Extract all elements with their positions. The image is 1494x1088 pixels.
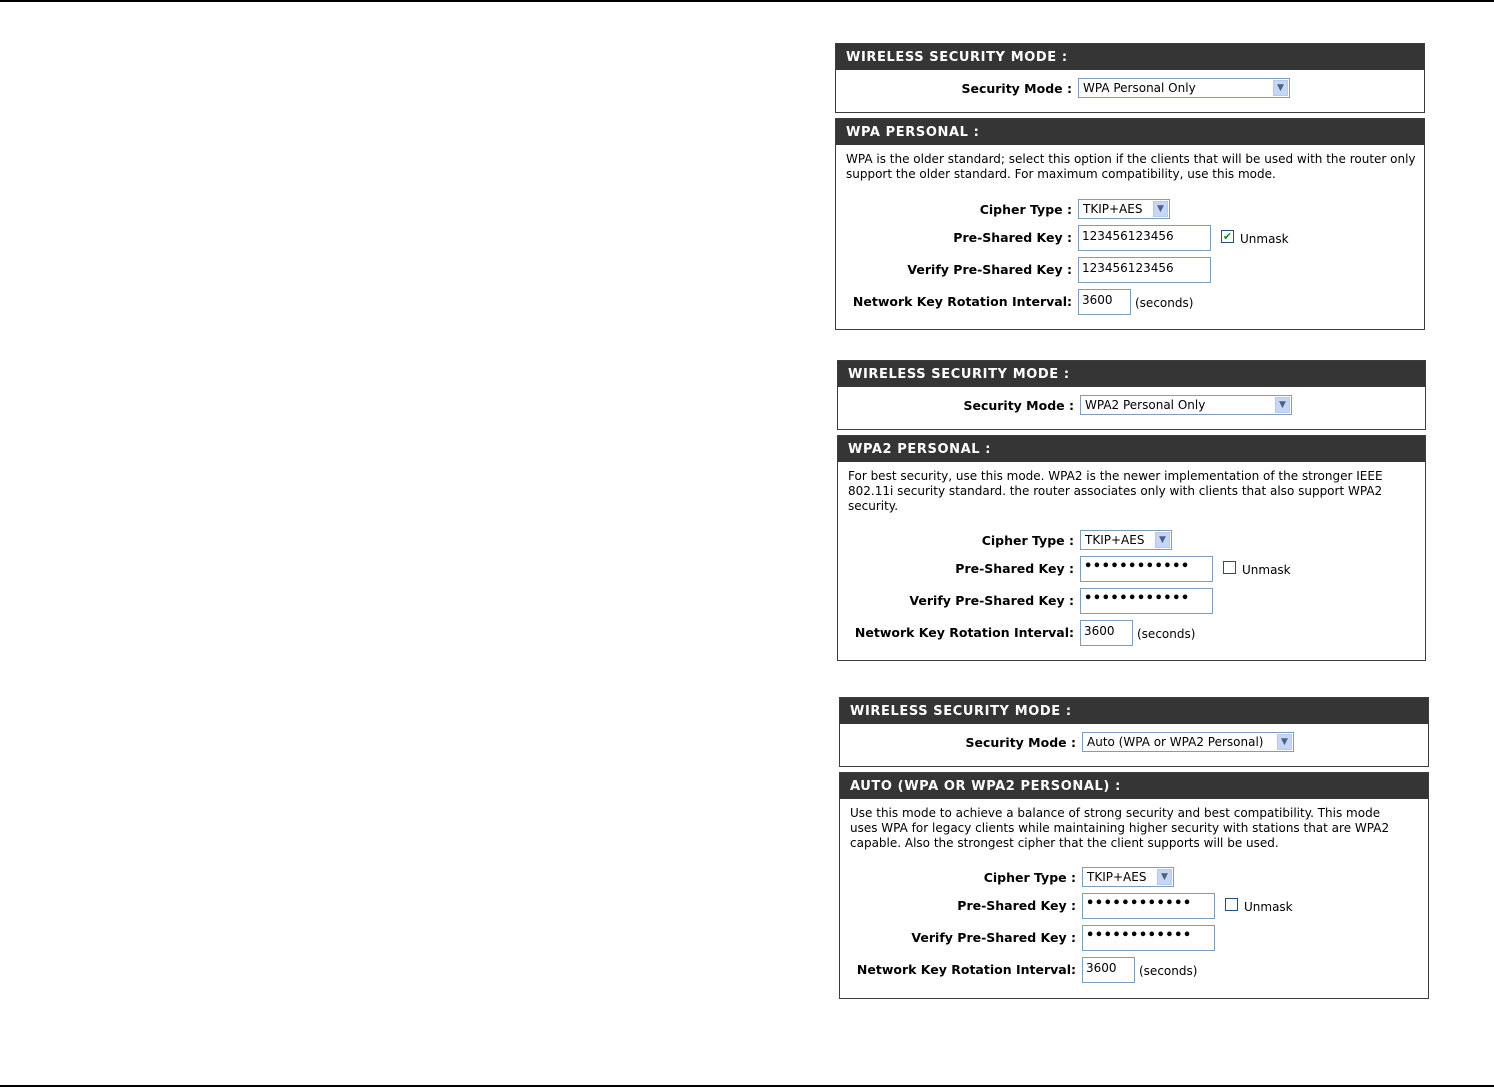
key-rotation-interval-label: Network Key Rotation Interval: (854, 625, 1074, 640)
security-mode-select[interactable]: WPA2 Personal Only ▼ (1080, 395, 1292, 415)
cipher-type-value: TKIP+AES (1083, 202, 1143, 216)
bottom-rule (0, 1085, 1494, 1087)
verify-pre-shared-key-input[interactable]: 123456123456 (1078, 257, 1211, 283)
verify-pre-shared-key-label: Verify Pre-Shared Key : (907, 262, 1072, 277)
unmask-label: Unmask (1242, 563, 1291, 577)
pre-shared-key-label: Pre-Shared Key : (953, 230, 1072, 245)
chevron-down-icon[interactable]: ▼ (1275, 397, 1290, 413)
cipher-type-label: Cipher Type : (981, 533, 1074, 548)
verify-pre-shared-key-label: Verify Pre-Shared Key : (909, 593, 1074, 608)
chevron-down-icon[interactable]: ▼ (1153, 201, 1168, 217)
key-rotation-interval-input[interactable]: 3600 (1080, 620, 1133, 646)
wireless-security-mode-panel-wpa2: WIRELESS SECURITY MODE : Security Mode :… (837, 360, 1426, 430)
chevron-down-icon[interactable]: ▼ (1273, 80, 1288, 96)
key-rotation-interval-input[interactable]: 3600 (1082, 957, 1135, 983)
chevron-down-icon[interactable]: ▼ (1277, 734, 1292, 750)
security-mode-label: Security Mode : (963, 398, 1074, 413)
panel-header: WIRELESS SECURITY MODE : (838, 361, 1425, 387)
mode-description: For best security, use this mode. WPA2 i… (848, 469, 1383, 513)
security-mode-select[interactable]: WPA Personal Only ▼ (1078, 78, 1290, 98)
seconds-unit-label: (seconds) (1137, 627, 1196, 641)
cipher-type-select[interactable]: TKIP+AES ▼ (1078, 199, 1170, 219)
cipher-type-label: Cipher Type : (983, 870, 1076, 885)
chevron-down-icon[interactable]: ▼ (1155, 532, 1170, 548)
verify-pre-shared-key-label: Verify Pre-Shared Key : (911, 930, 1076, 945)
unmask-checkbox[interactable] (1223, 561, 1236, 574)
security-mode-value: Auto (WPA or WPA2 Personal) (1087, 735, 1264, 749)
panel-header: AUTO (WPA OR WPA2 PERSONAL) : (840, 773, 1428, 799)
panel-header: WPA2 PERSONAL : (838, 436, 1425, 462)
unmask-label: Unmask (1244, 900, 1293, 914)
mode-description: Use this mode to achieve a balance of st… (850, 806, 1390, 850)
key-rotation-interval-label: Network Key Rotation Interval: (852, 294, 1072, 309)
cipher-type-select[interactable]: TKIP+AES ▼ (1082, 867, 1174, 887)
pre-shared-key-label: Pre-Shared Key : (957, 898, 1076, 913)
pre-shared-key-input[interactable]: •••••••••••• (1080, 556, 1213, 582)
security-mode-value: WPA2 Personal Only (1085, 398, 1206, 412)
verify-pre-shared-key-input[interactable]: •••••••••••• (1080, 588, 1213, 614)
security-mode-label: Security Mode : (961, 81, 1072, 96)
cipher-type-value: TKIP+AES (1087, 870, 1147, 884)
cipher-type-label: Cipher Type : (979, 202, 1072, 217)
top-rule (0, 0, 1494, 2)
key-rotation-interval-input[interactable]: 3600 (1078, 289, 1131, 315)
pre-shared-key-input[interactable]: •••••••••••• (1082, 893, 1215, 919)
cipher-type-value: TKIP+AES (1085, 533, 1145, 547)
wpa2-personal-panel: WPA2 PERSONAL : For best security, use t… (837, 435, 1426, 661)
mode-description: WPA is the older standard; select this o… (846, 152, 1416, 181)
unmask-label: Unmask (1240, 232, 1289, 246)
security-mode-value: WPA Personal Only (1083, 81, 1196, 95)
auto-wpa-or-wpa2-personal-panel: AUTO (WPA OR WPA2 PERSONAL) : Use this m… (839, 772, 1429, 999)
pre-shared-key-label: Pre-Shared Key : (955, 561, 1074, 576)
unmask-checkbox[interactable]: ✔ (1221, 230, 1234, 243)
cipher-type-select[interactable]: TKIP+AES ▼ (1080, 530, 1172, 550)
panel-header: WPA PERSONAL : (836, 119, 1424, 145)
security-mode-label: Security Mode : (965, 735, 1076, 750)
panel-header: WIRELESS SECURITY MODE : (840, 698, 1428, 724)
wpa-personal-panel: WPA PERSONAL : WPA is the older standard… (835, 118, 1425, 330)
security-mode-select[interactable]: Auto (WPA or WPA2 Personal) ▼ (1082, 732, 1294, 752)
unmask-checkbox[interactable] (1225, 898, 1238, 911)
chevron-down-icon[interactable]: ▼ (1157, 869, 1172, 885)
pre-shared-key-input[interactable]: 123456123456 (1078, 225, 1211, 251)
key-rotation-interval-label: Network Key Rotation Interval: (856, 962, 1076, 977)
seconds-unit-label: (seconds) (1139, 964, 1198, 978)
panel-header: WIRELESS SECURITY MODE : (836, 44, 1424, 70)
wireless-security-mode-panel-wpa: WIRELESS SECURITY MODE : Security Mode :… (835, 43, 1425, 113)
wireless-security-mode-panel-auto: WIRELESS SECURITY MODE : Security Mode :… (839, 697, 1429, 767)
seconds-unit-label: (seconds) (1135, 296, 1194, 310)
verify-pre-shared-key-input[interactable]: •••••••••••• (1082, 925, 1215, 951)
